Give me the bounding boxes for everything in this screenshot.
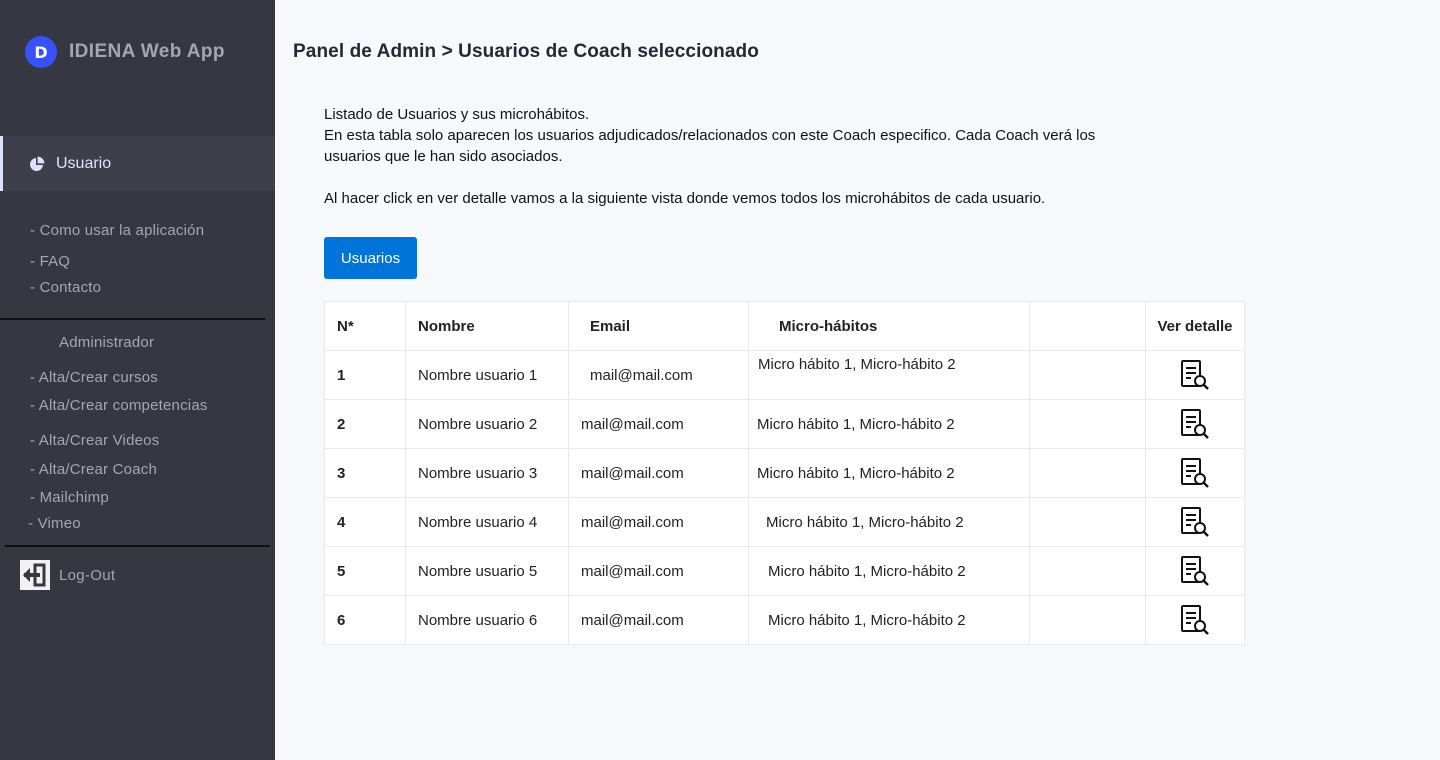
cell-empty (1029, 399, 1146, 449)
brand-logo-icon: D (25, 36, 57, 68)
header-nombre: Nombre (405, 301, 569, 351)
document-search-icon[interactable] (1179, 457, 1211, 489)
cell-nombre: Nombre usuario 6 (405, 595, 569, 645)
usuarios-button[interactable]: Usuarios (324, 237, 417, 279)
logout-button[interactable]: Log-Out (20, 560, 115, 590)
sidebar-link-faq[interactable]: - FAQ (30, 253, 70, 270)
table-header-row: N* Nombre Email Micro-hábitos Ver detall… (324, 301, 1245, 351)
document-search-icon[interactable] (1179, 604, 1211, 636)
sidebar-item-label: Usuario (56, 154, 112, 172)
cell-email: mail@mail.com (568, 350, 749, 400)
cell-n: 2 (324, 399, 406, 449)
sidebar-link-mailchimp[interactable]: - Mailchimp (30, 489, 109, 506)
cell-ver-detalle[interactable] (1145, 448, 1245, 498)
table-row: 5 Nombre usuario 5 mail@mail.com Micro h… (324, 546, 1245, 596)
active-indicator (0, 136, 3, 191)
cell-n: 3 (324, 448, 406, 498)
users-table-container: N* Nombre Email Micro-hábitos Ver detall… (324, 301, 1245, 645)
cell-micro-habitos: Micro hábito 1, Micro-hábito 2 (748, 448, 1030, 498)
cell-empty (1029, 350, 1146, 400)
cell-n: 1 (324, 350, 406, 400)
sidebar-divider (0, 318, 265, 320)
brand-title: IDIENA Web App (69, 41, 225, 62)
sidebar-link-cursos[interactable]: - Alta/Crear cursos (30, 369, 158, 386)
users-table: N* Nombre Email Micro-hábitos Ver detall… (324, 301, 1245, 645)
header-micro-habitos: Micro-hábitos (748, 301, 1030, 351)
cell-empty (1029, 497, 1146, 547)
sidebar-link-videos[interactable]: - Alta/Crear Videos (30, 432, 159, 449)
header-n: N* (324, 301, 406, 351)
table-row: 6 Nombre usuario 6 mail@mail.com Micro h… (324, 595, 1245, 645)
cell-nombre: Nombre usuario 5 (405, 546, 569, 596)
intro-text: Listado de Usuarios y sus microhábitos. … (324, 104, 1144, 209)
cell-nombre: Nombre usuario 3 (405, 448, 569, 498)
sidebar-divider-bottom (5, 545, 270, 547)
cell-micro-habitos: Micro hábito 1, Micro-hábito 2 (748, 399, 1030, 449)
header-empty (1029, 301, 1146, 351)
cell-ver-detalle[interactable] (1145, 546, 1245, 596)
cell-nombre: Nombre usuario 1 (405, 350, 569, 400)
cell-email: mail@mail.com (568, 546, 749, 596)
sidebar-link-contacto[interactable]: - Contacto (30, 279, 101, 296)
table-row: 3 Nombre usuario 3 mail@mail.com Micro h… (324, 448, 1245, 498)
cell-n: 4 (324, 497, 406, 547)
sidebar-link-competencias[interactable]: - Alta/Crear competencias (30, 397, 208, 414)
intro-line-3: Al hacer click en ver detalle vamos a la… (324, 190, 1046, 207)
cell-email: mail@mail.com (568, 448, 749, 498)
cell-micro-habitos: Micro hábito 1, Micro-hábito 2 (748, 350, 1030, 400)
table-row: 1 Nombre usuario 1 mail@mail.com Micro h… (324, 350, 1245, 400)
cell-email: mail@mail.com (568, 595, 749, 645)
sidebar: D IDIENA Web App Usuario - Como usar la … (0, 0, 275, 760)
cell-n: 5 (324, 546, 406, 596)
intro-line-2: En esta tabla solo aparecen los usuarios… (324, 127, 1096, 165)
sidebar-link-coach[interactable]: - Alta/Crear Coach (30, 461, 157, 478)
document-search-icon[interactable] (1179, 506, 1211, 538)
cell-ver-detalle[interactable] (1145, 595, 1245, 645)
table-row: 4 Nombre usuario 4 mail@mail.com Micro h… (324, 497, 1245, 547)
intro-line-1: Listado de Usuarios y sus microhábitos. (324, 106, 590, 123)
table-row: 2 Nombre usuario 2 mail@mail.com Micro h… (324, 399, 1245, 449)
cell-ver-detalle[interactable] (1145, 399, 1245, 449)
cell-empty (1029, 448, 1146, 498)
cell-ver-detalle[interactable] (1145, 497, 1245, 547)
sidebar-item-usuario[interactable]: Usuario (0, 136, 275, 191)
cell-empty (1029, 546, 1146, 596)
cell-micro-habitos: Micro hábito 1, Micro-hábito 2 (748, 595, 1030, 645)
sidebar-heading-administrador: Administrador (59, 334, 155, 351)
cell-nombre: Nombre usuario 4 (405, 497, 569, 547)
header-ver-detalle: Ver detalle (1145, 301, 1245, 351)
cell-ver-detalle[interactable] (1145, 350, 1245, 400)
sidebar-link-como-usar[interactable]: - Como usar la aplicación (30, 222, 204, 239)
brand-logo-letter: D (34, 42, 48, 62)
cell-n: 6 (324, 595, 406, 645)
cell-email: mail@mail.com (568, 399, 749, 449)
cell-micro-habitos: Micro hábito 1, Micro-hábito 2 (748, 497, 1030, 547)
document-search-icon[interactable] (1179, 555, 1211, 587)
cell-micro-habitos: Micro hábito 1, Micro-hábito 2 (748, 546, 1030, 596)
cell-empty (1029, 595, 1146, 645)
brand[interactable]: D IDIENA Web App (25, 36, 225, 68)
document-search-icon[interactable] (1179, 408, 1211, 440)
document-search-icon[interactable] (1179, 359, 1211, 391)
sidebar-link-vimeo[interactable]: - Vimeo (28, 515, 81, 532)
cell-nombre: Nombre usuario 2 (405, 399, 569, 449)
logout-arrow-icon (20, 560, 50, 590)
pie-chart-icon (29, 156, 45, 172)
cell-email: mail@mail.com (568, 497, 749, 547)
page-title: Panel de Admin > Usuarios de Coach selec… (293, 41, 759, 62)
header-email: Email (568, 301, 749, 351)
logout-label: Log-Out (59, 566, 116, 584)
